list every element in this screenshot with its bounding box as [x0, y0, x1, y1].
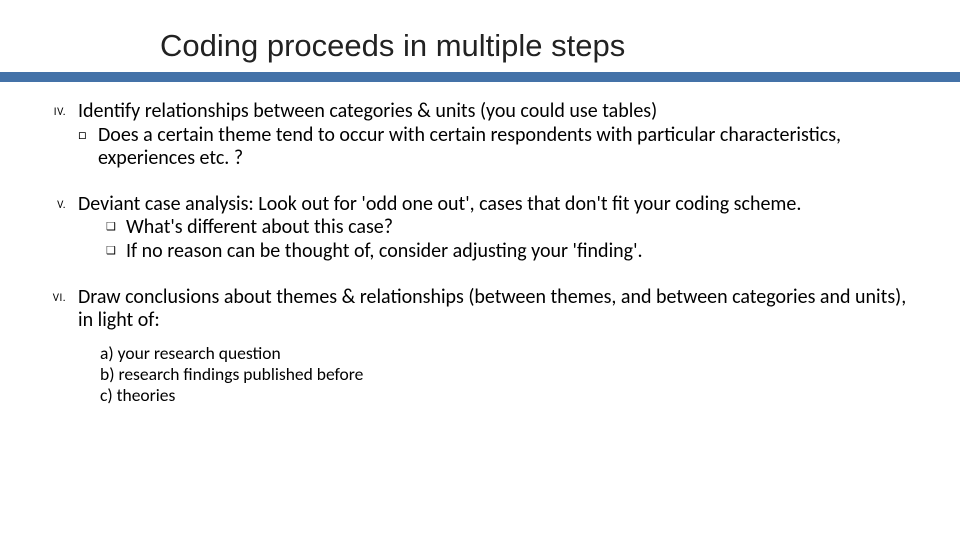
list-item: V. Deviant case analysis: Look out for '…	[40, 193, 920, 264]
roman-marker: V.	[40, 193, 78, 264]
sub-item: ❑ What's different about this case?	[106, 216, 920, 240]
sub-text: Does a certain theme tend to occur with …	[98, 124, 920, 171]
title-underline-bar	[0, 72, 960, 82]
roman-marker: VI.	[40, 286, 78, 333]
roman-marker: IV.	[40, 100, 78, 171]
item-text: Draw conclusions about themes & relation…	[78, 285, 906, 333]
checkbox-bullet-icon: □	[78, 124, 98, 171]
square-bullet-icon: ❑	[106, 240, 126, 264]
item-body: Identify relationships between categorie…	[78, 100, 920, 171]
sub-item: □ Does a certain theme tend to occur wit…	[78, 124, 920, 171]
sub-item: ❑ If no reason can be thought of, consid…	[106, 240, 920, 264]
sub-text: What's different about this case?	[126, 216, 920, 240]
item-body: Draw conclusions about themes & relation…	[78, 286, 920, 333]
slide-title: Coding proceeds in multiple steps	[0, 0, 960, 72]
list-item: VI. Draw conclusions about themes & rela…	[40, 286, 920, 333]
lettered-item: b) research findings published before	[100, 364, 920, 385]
sub-text: If no reason can be thought of, consider…	[126, 240, 920, 264]
list-item: IV. Identify relationships between categ…	[40, 100, 920, 171]
item-text: Deviant case analysis: Look out for 'odd…	[78, 192, 801, 216]
item-text: Identify relationships between categorie…	[78, 99, 657, 123]
content-area: IV. Identify relationships between categ…	[0, 82, 960, 407]
square-bullet-icon: ❑	[106, 216, 126, 240]
lettered-list: a) your research question b) research fi…	[40, 343, 920, 407]
lettered-item: c) theories	[100, 385, 920, 406]
item-body: Deviant case analysis: Look out for 'odd…	[78, 193, 920, 264]
lettered-item: a) your research question	[100, 343, 920, 364]
